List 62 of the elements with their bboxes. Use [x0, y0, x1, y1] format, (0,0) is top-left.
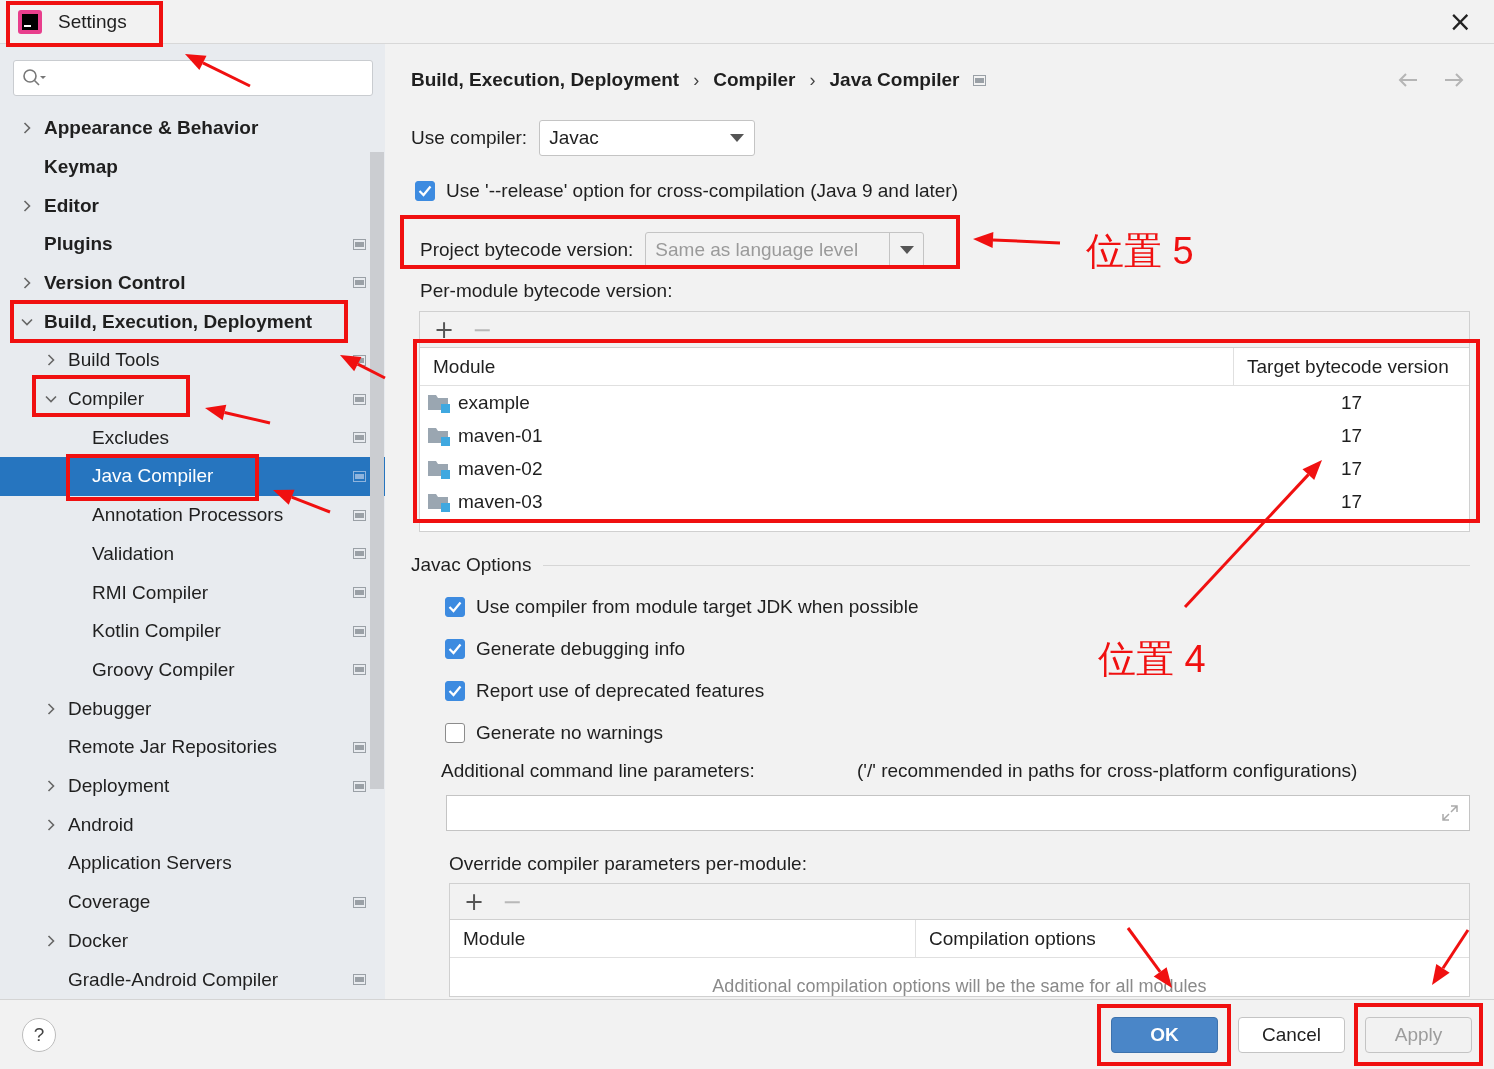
tree-item[interactable]: Kotlin Compiler: [0, 611, 385, 651]
tree-item[interactable]: Gradle-Android Compiler: [0, 960, 385, 999]
breadcrumb-item[interactable]: Build, Execution, Deployment: [411, 69, 680, 91]
tree-item[interactable]: Deployment: [0, 766, 385, 806]
table-cell-text: 17: [1339, 423, 1364, 448]
dialog-button[interactable]: Cancel: [1238, 1016, 1345, 1053]
tree-item[interactable]: Excludes: [0, 418, 385, 458]
tree-item[interactable]: Groovy Compiler: [0, 650, 385, 690]
tree-item[interactable]: Editor: [0, 186, 385, 225]
column-header[interactable]: Module: [450, 920, 916, 957]
field-label: Project bytecode version:: [420, 239, 634, 261]
table-cell: maven-03: [420, 485, 1234, 518]
tree-item[interactable]: Keymap: [0, 147, 385, 187]
table-cell-text: 17: [1339, 390, 1364, 415]
field-label: Use compiler:: [411, 127, 528, 149]
column-header[interactable]: Compilation options: [916, 920, 1469, 957]
tree-item[interactable]: Appearance & Behavior: [0, 108, 385, 148]
table-cell: maven-01: [420, 419, 1234, 452]
breadcrumb-item[interactable]: Compiler: [713, 69, 796, 91]
tree-item[interactable]: Java Compiler: [0, 457, 385, 496]
tree-item[interactable]: Remote Jar Repositories: [0, 728, 385, 767]
tree-item[interactable]: Plugins: [0, 224, 385, 264]
option-checkbox[interactable]: Report use of deprecated features: [445, 670, 765, 712]
hint-text: ('/' recommended in paths for cross-platform configurations): [857, 760, 1358, 782]
table-cell-text: 17: [1339, 456, 1364, 481]
tree-item[interactable]: Validation: [0, 534, 385, 574]
breadcrumb-separator: ›: [809, 69, 816, 91]
section-label: Override compiler parameters per-module:: [449, 853, 807, 875]
tree-item[interactable]: RMI Compiler: [0, 573, 385, 612]
annotation-label: 位置 4: [1098, 640, 1206, 678]
table-cell: maven-02: [420, 452, 1234, 485]
field-label: Additional command line parameters:: [441, 760, 756, 782]
empty-table-text: Additional compilation options will be the same for all modules: [711, 975, 1208, 996]
section-label: Per-module bytecode version:: [420, 280, 673, 302]
annotation-label: 位置 5: [1086, 232, 1194, 270]
group-title: Javac Options: [411, 554, 532, 576]
breadcrumb-separator: ›: [693, 69, 700, 91]
tree-item[interactable]: Application Servers: [0, 844, 385, 883]
tree-item[interactable]: Debugger: [0, 689, 385, 728]
window-title: Settings: [58, 10, 128, 33]
tree-item[interactable]: Android: [0, 805, 385, 845]
column-header[interactable]: Module: [420, 348, 1234, 385]
help-button[interactable]: ?: [22, 1017, 56, 1052]
column-header[interactable]: Target bytecode version: [1234, 348, 1469, 385]
add-button[interactable]: +: [462, 889, 487, 914]
option-checkbox[interactable]: Generate no warnings: [445, 712, 663, 754]
tree-item[interactable]: Annotation Processors: [0, 495, 385, 535]
table-cell: example: [420, 386, 1234, 419]
compiler-dropdown[interactable]: Javac: [539, 120, 756, 156]
option-checkbox[interactable]: Use compiler from module target JDK when possible: [445, 586, 919, 628]
breadcrumb-item[interactable]: Java Compiler: [829, 69, 960, 91]
option-checkbox[interactable]: Generate debugging info: [445, 628, 686, 670]
table-cell-text: 17: [1339, 489, 1364, 514]
release-checkbox[interactable]: Use '--release' option for cross-compilation (Java 9 and later): [415, 170, 959, 212]
tree-item[interactable]: Coverage: [0, 882, 385, 922]
ok-button[interactable]: OK: [1111, 1016, 1218, 1053]
tree-item[interactable]: Compiler: [0, 379, 385, 419]
tree-item[interactable]: Build, Execution, Deployment: [0, 302, 385, 341]
tree-item[interactable]: Version Control: [0, 263, 385, 303]
close-button[interactable]: ×: [1440, 7, 1480, 36]
add-button[interactable]: +: [432, 317, 457, 342]
tree-item[interactable]: Docker: [0, 921, 385, 961]
